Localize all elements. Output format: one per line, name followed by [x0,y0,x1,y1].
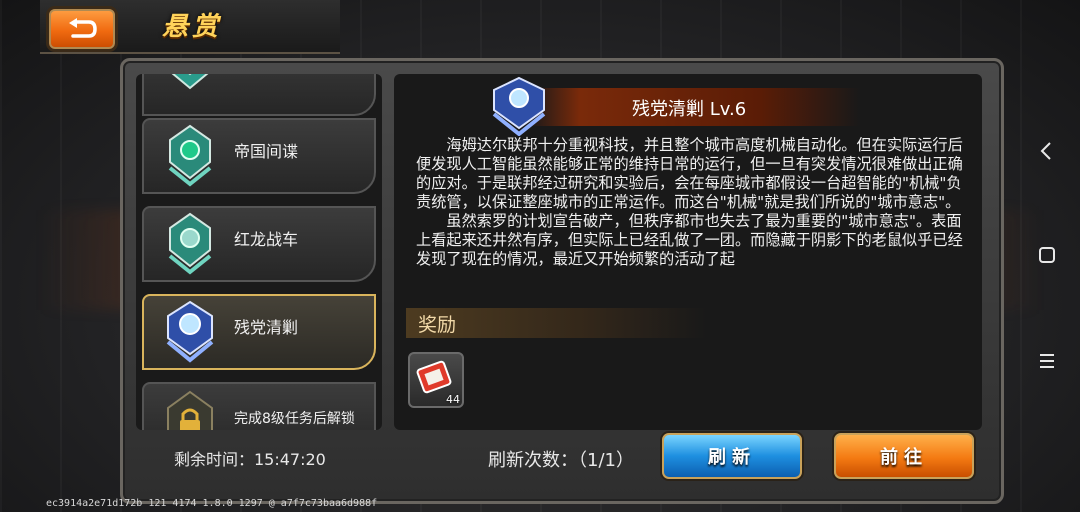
remaining-time: 剩余时间：15:47:20 [174,450,326,469]
reward-count: 44 [446,393,460,406]
back-button[interactable] [46,6,118,52]
task-label: 红龙战车 [234,230,299,249]
task-label: 完成8级任务后解锁 [234,411,355,427]
nav-menu-icon[interactable] [1036,350,1058,372]
task-item[interactable]: 红龙战车 [142,206,376,282]
build-info: ec3914a2e71d172b 121 4174 1.8.0 1297 @ a… [46,498,378,509]
mission-badge-icon [492,76,546,136]
task-item-locked[interactable]: 完成8级任务后解锁 [142,382,376,430]
bounty-badge-icon [171,74,209,90]
task-item-selected[interactable]: 残党清剿 [142,294,376,370]
refresh-count: 刷新次数：（1/1） [488,450,634,471]
reward-title: 奖励 [418,314,457,336]
page-title: 悬赏 [162,12,223,42]
nav-back-icon[interactable] [1036,140,1058,162]
bounty-badge-icon [168,124,212,187]
go-button[interactable]: 前往 [834,433,974,479]
bounty-badge-icon [168,212,212,275]
task-label: 帝国间谍 [234,142,299,161]
mission-title: 残党清剿 Lv.6 [632,99,747,120]
bounty-badge-icon [166,300,214,363]
task-list[interactable]: 帝国间谍 红龙战车 残党清剿 完成8级任务后解锁 [136,74,382,430]
task-label: 残党清剿 [234,318,299,337]
lock-icon [167,390,213,430]
nav-home-icon[interactable] [1036,244,1058,266]
mission-description: 海姆达尔联邦十分重视科技，并且整个城市高度机械自动化。但在实际运行后便发现人工智… [416,136,963,268]
back-arrow-icon [69,18,97,38]
refresh-button[interactable]: 刷新 [662,433,802,479]
reward-item[interactable]: 44 [408,352,464,408]
task-item-partial[interactable] [142,74,376,116]
task-item[interactable]: 帝国间谍 [142,118,376,194]
